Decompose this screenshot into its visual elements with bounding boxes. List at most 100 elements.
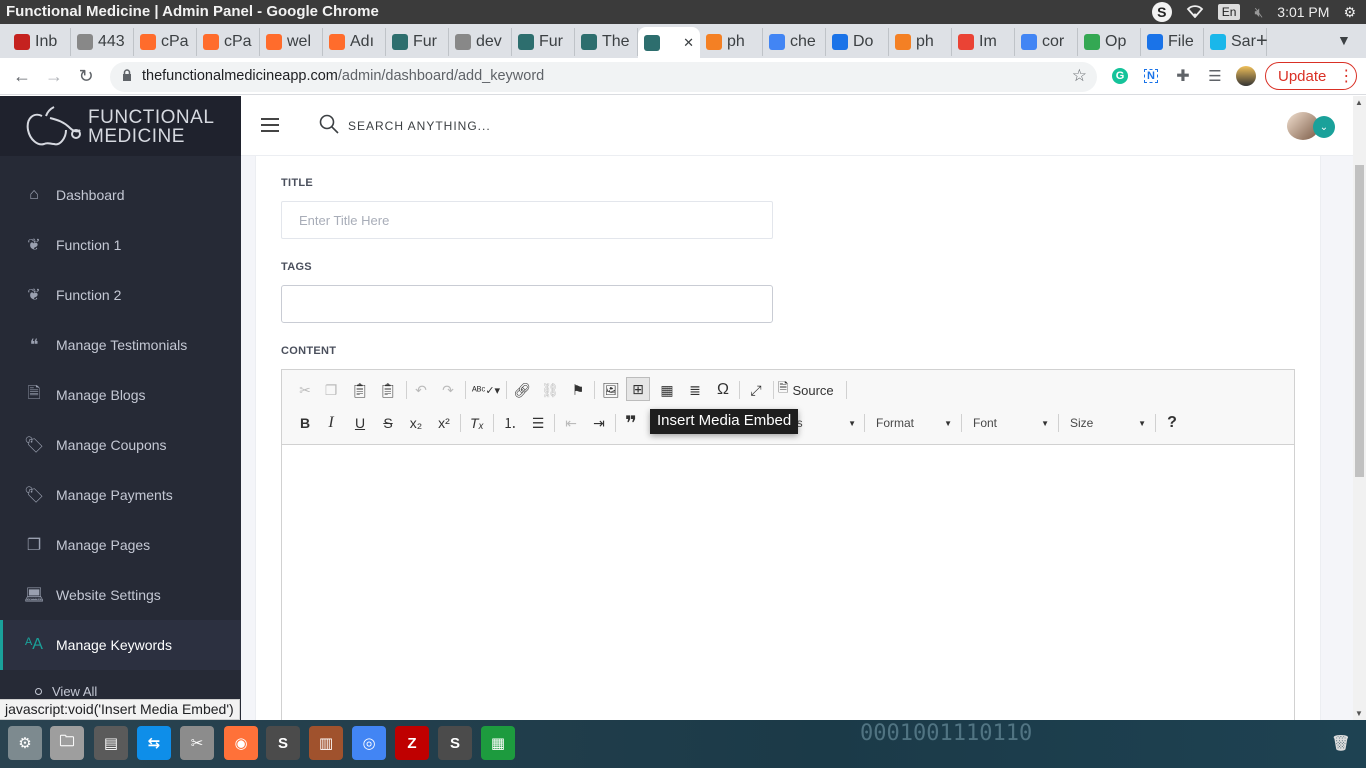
sidebar-item-manage-keywords[interactable]: ᴬA Manage Keywords bbox=[0, 620, 241, 670]
sidebar-item-manage-testimonials[interactable]: ❝ Manage Testimonials bbox=[0, 320, 241, 370]
browser-tab[interactable]: dev bbox=[449, 28, 512, 56]
redo-icon[interactable]: ↷ bbox=[436, 378, 460, 402]
browser-tab[interactable]: cor bbox=[1015, 28, 1078, 56]
hamburger-menu-icon[interactable] bbox=[261, 118, 279, 132]
update-button[interactable]: Update ⋮ bbox=[1265, 62, 1357, 90]
sublime-text-2-icon[interactable]: S bbox=[438, 726, 472, 760]
bold-icon[interactable]: B bbox=[293, 411, 317, 435]
sidebar-item-function-1[interactable]: ❦ Function 1 bbox=[0, 220, 241, 270]
back-arrow-icon[interactable]: ← bbox=[10, 64, 34, 88]
sidebar-item-manage-coupons[interactable]: 🏷︎ Manage Coupons bbox=[0, 420, 241, 470]
chrome-icon[interactable]: ◎ bbox=[352, 726, 386, 760]
sidebar-item-manage-blogs[interactable]: 🗎 Manage Blogs bbox=[0, 370, 241, 420]
browser-tab[interactable]: Adı bbox=[323, 28, 386, 56]
bookmark-star-icon[interactable]: ☆ bbox=[1072, 66, 1087, 86]
format-dropdown[interactable]: Format ▼ bbox=[876, 412, 956, 434]
maximize-icon[interactable]: ⤢ bbox=[744, 378, 768, 402]
bulleted-list-icon[interactable]: ☰ bbox=[526, 411, 550, 435]
trash-icon[interactable]: 🗑︎ bbox=[1324, 726, 1358, 760]
browser-tab[interactable]: wel bbox=[260, 28, 323, 56]
page-scrollbar-thumb[interactable] bbox=[1355, 165, 1364, 477]
size-dropdown[interactable]: Size ▼ bbox=[1070, 412, 1150, 434]
grammarly-extension-icon[interactable]: G bbox=[1110, 66, 1130, 86]
title-input[interactable]: Enter Title Here bbox=[281, 201, 773, 239]
wifi-icon[interactable] bbox=[1186, 4, 1204, 21]
browser-tab[interactable]: File bbox=[1141, 28, 1204, 56]
paste-icon[interactable]: 📋︎ bbox=[348, 378, 372, 402]
sublime-text-icon[interactable]: S bbox=[266, 726, 300, 760]
paste-text-icon[interactable]: 📋︎ bbox=[376, 378, 400, 402]
brand[interactable]: FUNCTIONAL MEDICINE bbox=[0, 96, 241, 156]
new-tab-plus-icon[interactable]: + bbox=[1256, 30, 1268, 53]
firefox-icon[interactable]: ◉ bbox=[224, 726, 258, 760]
anchor-flag-icon[interactable]: ⚑ bbox=[566, 378, 590, 402]
archive-manager-icon[interactable]: ▥ bbox=[309, 726, 343, 760]
language-indicator[interactable]: En bbox=[1217, 4, 1241, 20]
special-char-omega-icon[interactable]: Ω bbox=[711, 378, 735, 402]
browser-tab[interactable]: Fur bbox=[386, 28, 449, 56]
cut-icon[interactable]: ✂ bbox=[293, 378, 317, 402]
numbered-list-icon[interactable]: ⒈ bbox=[498, 411, 522, 435]
filezilla-icon[interactable]: Z bbox=[395, 726, 429, 760]
reload-icon[interactable]: ↻ bbox=[74, 64, 98, 88]
spreadsheet-icon[interactable]: ▦ bbox=[481, 726, 515, 760]
help-question-icon[interactable]: ? bbox=[1160, 411, 1184, 435]
files-app-icon[interactable]: 🗀 bbox=[50, 726, 84, 760]
table-icon[interactable]: ▦ bbox=[655, 378, 679, 402]
styles-dropdown[interactable]: es▼ bbox=[790, 412, 860, 434]
superscript-icon[interactable]: x² bbox=[432, 411, 456, 435]
settings-gear-icon[interactable]: ⚙ bbox=[1343, 4, 1356, 21]
browser-tab[interactable]: Inb bbox=[8, 28, 71, 56]
sidebar-item-manage-payments[interactable]: 🏷︎ Manage Payments bbox=[0, 470, 241, 520]
unlink-icon[interactable]: ⛓ bbox=[538, 378, 562, 402]
search-icon[interactable] bbox=[319, 114, 339, 134]
tags-input[interactable] bbox=[281, 285, 773, 323]
forward-arrow-icon[interactable]: → bbox=[42, 64, 66, 88]
tab-close-icon[interactable]: ✕ bbox=[683, 35, 694, 51]
reading-list-icon[interactable]: ☰ bbox=[1205, 66, 1225, 86]
horizontal-line-icon[interactable]: ≣ bbox=[683, 378, 707, 402]
teamviewer-icon[interactable]: ⇆ bbox=[137, 726, 171, 760]
italic-icon[interactable]: I bbox=[319, 411, 343, 435]
remove-format-icon[interactable]: Tₓ bbox=[465, 411, 489, 435]
spellcheck-icon[interactable]: ᴬᴮᶜ✓▾ bbox=[471, 378, 501, 402]
indent-icon[interactable]: ⇥ bbox=[587, 411, 611, 435]
disks-app-icon[interactable]: ▤ bbox=[94, 726, 128, 760]
link-icon[interactable]: 🔗︎ bbox=[510, 378, 534, 402]
address-bar[interactable]: thefunctionalmedicineapp.com/admin/dashb… bbox=[110, 62, 1097, 92]
font-dropdown[interactable]: Font ▼ bbox=[973, 412, 1053, 434]
sidebar-item-website-settings[interactable]: 💻︎ Website Settings bbox=[0, 570, 241, 620]
source-button[interactable]: 🗎 Source bbox=[778, 378, 842, 402]
sidebar-item-function-2[interactable]: ❦ Function 2 bbox=[0, 270, 241, 320]
sidebar-subitem-view-all[interactable]: View All bbox=[35, 684, 97, 699]
underline-icon[interactable]: U bbox=[348, 411, 372, 435]
extensions-puzzle-icon[interactable]: ✚ bbox=[1173, 66, 1193, 86]
browser-tab[interactable]: ph bbox=[889, 28, 952, 56]
browser-tab[interactable]: Do bbox=[826, 28, 889, 56]
image-icon[interactable]: 🖼︎ bbox=[599, 378, 623, 402]
browser-tab[interactable]: ph bbox=[700, 28, 763, 56]
chevron-down-icon[interactable]: ⌄ bbox=[1313, 116, 1335, 138]
browser-tab[interactable]: Im bbox=[952, 28, 1015, 56]
scroll-down-arrow-icon[interactable]: ▼ bbox=[1355, 709, 1363, 718]
skype-icon[interactable]: S bbox=[1151, 2, 1172, 22]
volume-muted-icon[interactable]: 🔇︎ bbox=[1254, 4, 1263, 21]
strikethrough-icon[interactable]: S bbox=[376, 411, 400, 435]
sidebar-item-manage-pages[interactable]: ❐ Manage Pages bbox=[0, 520, 241, 570]
subscript-icon[interactable]: x₂ bbox=[404, 411, 428, 435]
browser-tab[interactable]: che bbox=[763, 28, 826, 56]
clock[interactable]: 3:01 PM bbox=[1277, 4, 1329, 20]
browser-tab[interactable]: The bbox=[575, 28, 638, 56]
copy-icon[interactable]: ❐ bbox=[319, 378, 343, 402]
profile-avatar-icon[interactable] bbox=[1236, 66, 1256, 86]
outdent-icon[interactable]: ⇤ bbox=[559, 411, 583, 435]
sidebar-item-dashboard[interactable]: ⌂ Dashboard bbox=[0, 170, 241, 220]
browser-tab[interactable]: ✕ bbox=[638, 27, 700, 58]
browser-tab[interactable]: 443 bbox=[71, 28, 134, 56]
browser-tab[interactable]: cPa bbox=[134, 28, 197, 56]
search-input[interactable]: SEARCH ANYTHING... bbox=[348, 119, 491, 133]
media-embed-icon[interactable]: ⊞ bbox=[626, 377, 650, 401]
browser-tab[interactable]: Fur bbox=[512, 28, 575, 56]
settings-app-icon[interactable]: ⚙ bbox=[8, 726, 42, 760]
tab-search-chevron-icon[interactable]: ▼ bbox=[1337, 32, 1351, 48]
